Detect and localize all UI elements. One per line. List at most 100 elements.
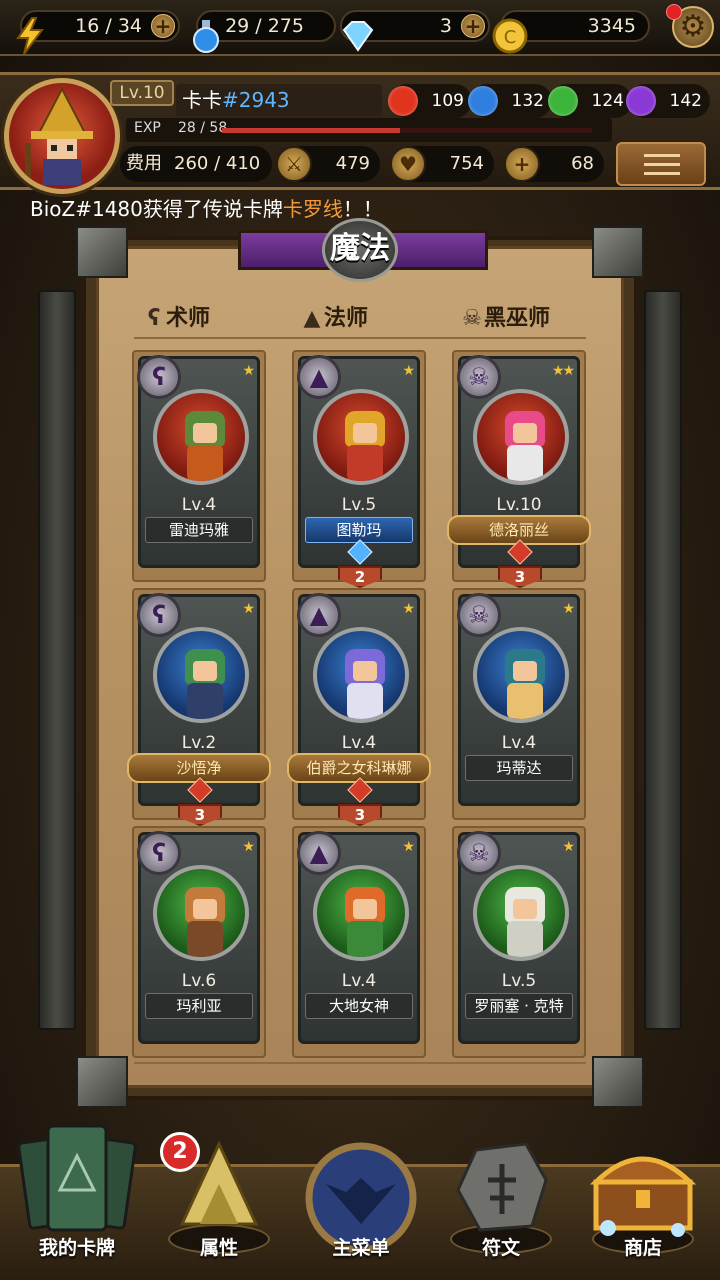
gem-value: 3 <box>439 15 452 37</box>
nav-main-menu[interactable]: 主菜单 <box>296 1120 426 1280</box>
skull-type-icon: ☠ <box>457 831 501 875</box>
sprite-face <box>193 899 217 919</box>
ticker-card-name: 卡罗线 <box>282 197 343 221</box>
hero-portrait <box>153 627 249 723</box>
potion-value: 29 / 275 <box>225 15 304 37</box>
player-tag: #2943 <box>222 88 290 112</box>
lightning-icon <box>16 17 44 55</box>
hp-value: 754 <box>449 153 484 174</box>
attack-value: 479 <box>335 153 370 174</box>
skull-type-icon: ☠ <box>457 593 501 637</box>
sprite-body <box>187 921 223 957</box>
card-slot[interactable]: ☠ ★ Lv.5 罗丽塞 · 克特 <box>452 826 586 1058</box>
hero-card[interactable]: ʕ ★ Lv.6 玛利亚 <box>137 831 260 1044</box>
card-slot[interactable]: ʕ ★ Lv.4 雷迪玛雅 <box>132 350 266 582</box>
card-slot[interactable]: ▲ ★ Lv.4 伯爵之女科琳娜 3 <box>287 588 431 826</box>
diamond-icon <box>342 21 374 52</box>
hero-card[interactable]: ☠ ★ Lv.5 罗丽塞 · 克特 <box>457 831 580 1044</box>
card-level: Lv.4 <box>341 733 377 753</box>
plus-icon: + <box>504 146 540 182</box>
card-level: Lv.4 <box>181 495 217 515</box>
player-avatar[interactable] <box>4 78 120 194</box>
staff-type-icon: ʕ <box>137 831 181 875</box>
attributes-badge: 2 <box>160 1132 200 1172</box>
hamburger-menu-button[interactable] <box>616 142 706 186</box>
sprite-body <box>507 921 543 957</box>
hero-portrait <box>313 627 409 723</box>
hero-card[interactable]: ▲ ★ Lv.4 伯爵之女科琳娜 <box>287 593 431 806</box>
sprite-body <box>507 683 543 719</box>
card-slot[interactable]: ▲ ★ Lv.4 大地女神 <box>292 826 426 1058</box>
water-value: 132 <box>511 91 544 111</box>
sprite-face <box>353 899 377 919</box>
fire-element: 109 <box>388 84 472 118</box>
card-slot[interactable]: ʕ ★ Lv.6 玛利亚 <box>132 826 266 1058</box>
board-title: 魔法 <box>322 218 398 282</box>
add-gems-button[interactable]: + <box>461 14 485 38</box>
sprite-face <box>353 423 377 443</box>
hero-card[interactable]: ʕ ★ Lv.2 沙悟净 <box>127 593 271 806</box>
hero-card[interactable]: ▲ ★ Lv.5 图勒玛 <box>297 355 420 568</box>
add-energy-button[interactable]: + <box>151 14 175 38</box>
rune-stone-icon <box>456 1142 548 1232</box>
column-header-wizard: ▲ 法师 <box>300 300 368 332</box>
hero-portrait <box>153 865 249 961</box>
potion-counter: 29 / 275 <box>193 10 336 53</box>
footer-divider <box>134 1062 586 1064</box>
hero-card[interactable]: ☠ ★ Lv.4 玛蒂达 <box>457 593 580 806</box>
gold-value: 3345 <box>587 15 636 37</box>
card-slot[interactable]: ▲ ★ Lv.5 图勒玛 2 <box>292 350 426 588</box>
fire-orb-icon <box>388 86 418 116</box>
dark-orb-icon <box>626 86 656 116</box>
star-rating: ★★ <box>551 363 575 379</box>
corner-ornament <box>592 226 644 278</box>
sprite-body <box>347 921 383 957</box>
sprite-face <box>193 423 217 443</box>
hero-portrait <box>153 389 249 485</box>
cost-label: 费用 <box>126 153 162 174</box>
column-label: 法师 <box>324 306 369 331</box>
wizard-hat-icon: ▲ <box>303 306 321 331</box>
card-slot[interactable]: ʕ ★ Lv.2 沙悟净 3 <box>127 588 271 826</box>
sprite-face <box>353 661 377 681</box>
rarity-gem-icon <box>347 539 373 565</box>
hero-portrait <box>313 865 409 961</box>
gold-counter: C 3345 <box>492 10 650 54</box>
card-name: 罗丽塞 · 克特 <box>465 993 573 1019</box>
card-name: 玛利亚 <box>145 993 253 1019</box>
sprite-body <box>187 445 223 481</box>
hero-portrait <box>473 865 569 961</box>
fire-value: 109 <box>431 91 464 111</box>
nav-shop[interactable]: 商店 <box>578 1120 708 1280</box>
svg-text:C: C <box>504 27 517 48</box>
exp-label: EXP <box>134 120 161 136</box>
nature-orb-icon <box>548 86 578 116</box>
dark-value: 142 <box>669 91 702 111</box>
card-deck-icon <box>17 1124 137 1232</box>
ticker-prefix: BioZ#1480获得了传说卡牌 <box>30 197 283 221</box>
card-name: 大地女神 <box>305 993 413 1019</box>
nav-my-cards[interactable]: 我的卡牌 <box>12 1120 142 1280</box>
stat-row: 费用 260 / 410 ⚔ 479 ♥ 754 + 68 <box>120 146 610 182</box>
hero-card[interactable]: ʕ ★ Lv.4 雷迪玛雅 <box>137 355 260 568</box>
nav-label: 符文 <box>481 1237 520 1259</box>
column-header-sorcerer: ʕ 术师 <box>142 300 210 332</box>
sprite-face <box>513 661 537 681</box>
cost-value: 260 / 410 <box>174 153 261 174</box>
card-slot[interactable]: ☠ ★ Lv.4 玛蒂达 <box>452 588 586 820</box>
exp-progress-fill <box>222 128 400 133</box>
heart-icon: ♥ <box>390 146 426 182</box>
nav-runes[interactable]: 符文 <box>436 1120 566 1280</box>
heal-value: 68 <box>571 153 594 174</box>
cost-stat: 费用 260 / 410 <box>120 146 272 182</box>
hero-card[interactable]: ▲ ★ Lv.4 大地女神 <box>297 831 420 1044</box>
card-level: Lv.10 <box>496 495 542 515</box>
star-rating: ★ <box>402 601 414 617</box>
potion-icon <box>193 20 219 53</box>
card-slot[interactable]: ☠ ★★ Lv.10 德洛丽丝 3 <box>447 350 591 588</box>
coin-icon: C <box>492 18 528 54</box>
star-rating: ★ <box>402 363 414 379</box>
water-orb-icon <box>468 86 498 116</box>
hero-card[interactable]: ☠ ★★ Lv.10 德洛丽丝 <box>447 355 591 568</box>
star-rating: ★ <box>242 839 254 855</box>
